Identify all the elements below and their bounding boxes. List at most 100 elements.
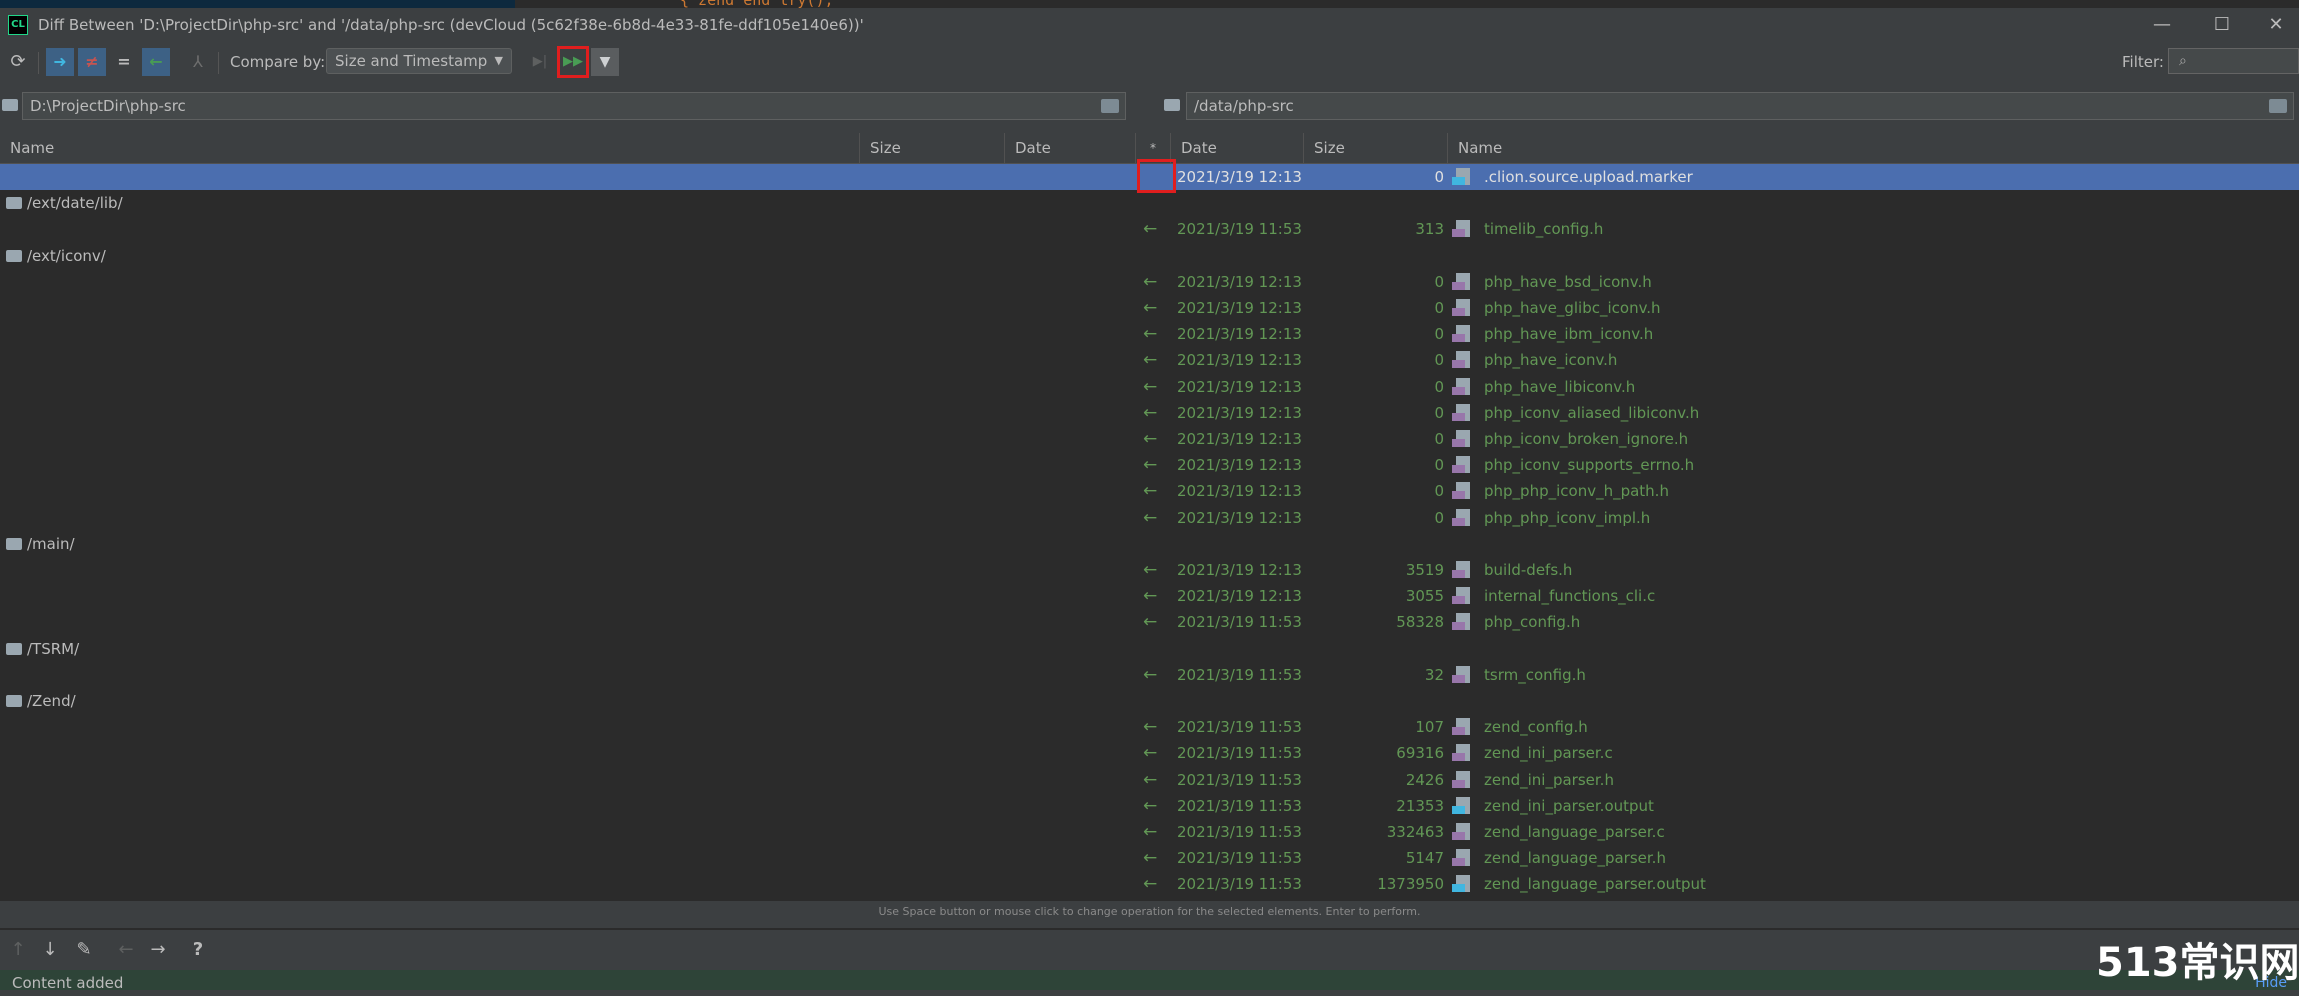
file-row[interactable]: ← 2021/3/19 12:13 0 php_iconv_broken_ignore… [0, 426, 2299, 452]
refresh-icon[interactable]: ⟳ [4, 48, 32, 76]
file-row[interactable]: ← 2021/3/19 11:53 332463 zend_language_pars… [0, 819, 2299, 845]
right-name-cell: php_php_iconv_h_path.h [1484, 482, 1669, 501]
file-row[interactable]: ← 2021/3/19 12:13 0 php_php_iconv_impl.h [0, 505, 2299, 531]
copy-left-arrow-icon[interactable]: ← [1143, 740, 1157, 766]
copy-left-arrow-icon[interactable]: ← [1143, 400, 1157, 426]
folder-row[interactable]: /Zend/ [0, 688, 2299, 714]
copy-left-arrow-icon[interactable]: ← [1143, 269, 1157, 295]
file-row[interactable]: ← 2021/3/19 11:53 21353 zend_ini_parser.out… [0, 793, 2299, 819]
file-row[interactable]: ← 2021/3/19 12:13 3519 build-defs.h [0, 557, 2299, 583]
right-date-cell: 2021/3/19 11:53 [1177, 665, 1302, 684]
compare-by-select[interactable]: Size and Timestamp ▼ [326, 48, 512, 74]
file-icon-badge [1452, 281, 1465, 290]
file-row[interactable]: ← 2021/3/19 12:13 0 php_have_iconv.h [0, 347, 2299, 373]
copy-left-arrow-icon[interactable]: ← [1143, 452, 1157, 478]
right-name-cell: zend_language_parser.h [1484, 849, 1666, 868]
right-date-cell: 2021/3/19 12:13 [1177, 403, 1302, 422]
file-row[interactable]: ← 2021/3/19 12:13 0 php_have_bsd_iconv.h [0, 269, 2299, 295]
file-icon-badge [1452, 517, 1465, 526]
file-row[interactable]: ← 2021/3/19 12:13 0 php_have_glibc_iconv.h [0, 295, 2299, 321]
folder-row[interactable]: /main/ [0, 531, 2299, 557]
header-file-icon [1452, 456, 1470, 474]
file-icon-badge [1452, 439, 1465, 447]
previous-difference-icon[interactable]: ↑ [4, 936, 32, 964]
col-left-name[interactable]: Name [0, 133, 860, 163]
right-date-cell: 2021/3/19 11:53 [1177, 744, 1302, 763]
copy-left-arrow-icon[interactable]: ← [1143, 662, 1157, 688]
right-name-cell: zend_ini_parser.h [1484, 770, 1614, 789]
copy-left-arrow-icon[interactable]: ← [1143, 374, 1157, 400]
file-icon-badge [1452, 832, 1465, 840]
copy-left-arrow-icon[interactable]: ← [1143, 793, 1157, 819]
copy-left-arrow-icon[interactable]: ← [1143, 714, 1157, 740]
copy-left-arrow-icon[interactable]: ← [1143, 505, 1157, 531]
file-row[interactable]: ← 2021/3/19 12:13 0 php_php_iconv_h_path.h [0, 478, 2299, 504]
copy-left-arrow-icon[interactable]: ← [1143, 478, 1157, 504]
browse-folder-icon[interactable] [2269, 99, 2287, 113]
file-row[interactable]: ← 2021/3/19 12:13 0 php_iconv_supports_errn… [0, 452, 2299, 478]
right-name-cell: php_iconv_supports_errno.h [1484, 456, 1695, 475]
file-row[interactable]: ← 2021/3/19 12:13 0 php_have_libiconv.h [0, 374, 2299, 400]
left-path-field[interactable]: D:\ProjectDir\php-src [22, 92, 1126, 120]
right-path-field[interactable]: /data/php-src [1186, 92, 2294, 120]
folder-row[interactable]: /ext/date/lib/ [0, 190, 2299, 216]
folder-row[interactable]: /ext/iconv/ [0, 243, 2299, 269]
file-row[interactable]: ← 2021/3/19 11:53 58328 php_config.h [0, 609, 2299, 635]
funnel-icon[interactable]: ▼ [591, 48, 619, 76]
right-name-cell: php_have_glibc_iconv.h [1484, 299, 1661, 317]
edit-icon[interactable]: ✎ [70, 936, 98, 964]
step-forward-icon[interactable]: ▶| [526, 48, 554, 76]
copy-left-arrow-icon[interactable]: ← [1143, 767, 1157, 793]
right-name-cell: php_have_ibm_iconv.h [1484, 325, 1654, 344]
status-bar: Content added Hide [0, 970, 2299, 992]
file-row[interactable]: ← 2021/3/19 11:53 32 tsrm_config.h [0, 662, 2299, 688]
right-arrow-icon[interactable]: ➜ [46, 48, 74, 76]
filter-input[interactable]: ⌕ [2168, 48, 2299, 74]
copy-left-arrow-icon[interactable]: ← [1143, 426, 1157, 452]
copy-left-arrow-icon[interactable]: ← [1143, 609, 1157, 635]
file-row[interactable]: ← 2021/3/19 11:53 1373950 zend_language_par… [0, 871, 2299, 897]
file-row[interactable]: ← 2021/3/19 11:53 107 zend_config.h [0, 714, 2299, 740]
col-right-size[interactable]: Size [1304, 133, 1448, 163]
copy-left-arrow-icon[interactable]: ← [1143, 557, 1157, 583]
not-equal-icon[interactable]: ≠ [78, 48, 106, 76]
copy-left-arrow-icon[interactable]: ← [1143, 216, 1157, 242]
copy-left-arrow-icon[interactable]: ← [1143, 819, 1157, 845]
copy-left-arrow-icon[interactable]: ← [1143, 347, 1157, 373]
file-row[interactable]: ← 2021/3/19 11:53 69316 zend_ini_parser.c [0, 740, 2299, 766]
file-row[interactable]: ← 2021/3/19 12:13 0 php_iconv_aliased_libic… [0, 400, 2299, 426]
left-arrow-icon[interactable]: ← [142, 48, 170, 76]
col-right-name[interactable]: Name [1448, 133, 2299, 163]
header-file-icon [1452, 272, 1470, 291]
col-left-date[interactable]: Date [1005, 133, 1136, 163]
merge-icon[interactable]: ⅄ [184, 48, 212, 76]
header-file-icon [1452, 325, 1470, 343]
right-date-cell: 2021/3/19 12:13 [1177, 508, 1302, 527]
forward-icon[interactable]: → [144, 936, 172, 964]
file-row[interactable]: ← 2021/3/19 11:53 313 timelib_config.h [0, 216, 2299, 242]
file-row[interactable]: ← 2021/3/19 12:13 3055 internal_functions_c… [0, 583, 2299, 609]
header-file-icon [1452, 377, 1470, 396]
copy-left-arrow-icon[interactable]: ← [1143, 583, 1157, 609]
back-icon[interactable]: ← [112, 936, 140, 964]
help-icon[interactable]: ? [184, 936, 212, 964]
folder-row[interactable]: /TSRM/ [0, 636, 2299, 662]
title-bar: CL Diff Between 'D:\ProjectDir\php-src' … [0, 8, 2299, 42]
right-date-cell: 2021/3/19 12:13 [1177, 272, 1302, 291]
file-row[interactable]: ← 2021/3/19 12:13 0 php_have_ibm_iconv.h [0, 321, 2299, 347]
file-row[interactable]: ← 2021/3/19 11:53 2426 zend_ini_parser.h [0, 767, 2299, 793]
next-difference-icon[interactable]: ↓ [36, 936, 64, 964]
close-button[interactable]: ✕ [2256, 12, 2296, 38]
maximize-button[interactable]: ☐ [2202, 12, 2242, 38]
copy-left-arrow-icon[interactable]: ← [1143, 845, 1157, 871]
copy-left-arrow-icon[interactable]: ← [1143, 295, 1157, 321]
copy-left-arrow-icon[interactable]: ← [1143, 871, 1157, 897]
equal-icon[interactable]: = [110, 48, 138, 76]
copy-left-arrow-icon[interactable]: ← [1143, 321, 1157, 347]
file-row[interactable]: ← 2021/3/19 11:53 5147 zend_language_parser… [0, 845, 2299, 871]
minimize-button[interactable]: — [2142, 12, 2182, 38]
col-right-date[interactable]: Date [1171, 133, 1304, 163]
right-size-cell: 5147 [1405, 849, 1444, 868]
browse-folder-icon[interactable] [1101, 99, 1119, 113]
col-left-size[interactable]: Size [860, 133, 1005, 163]
